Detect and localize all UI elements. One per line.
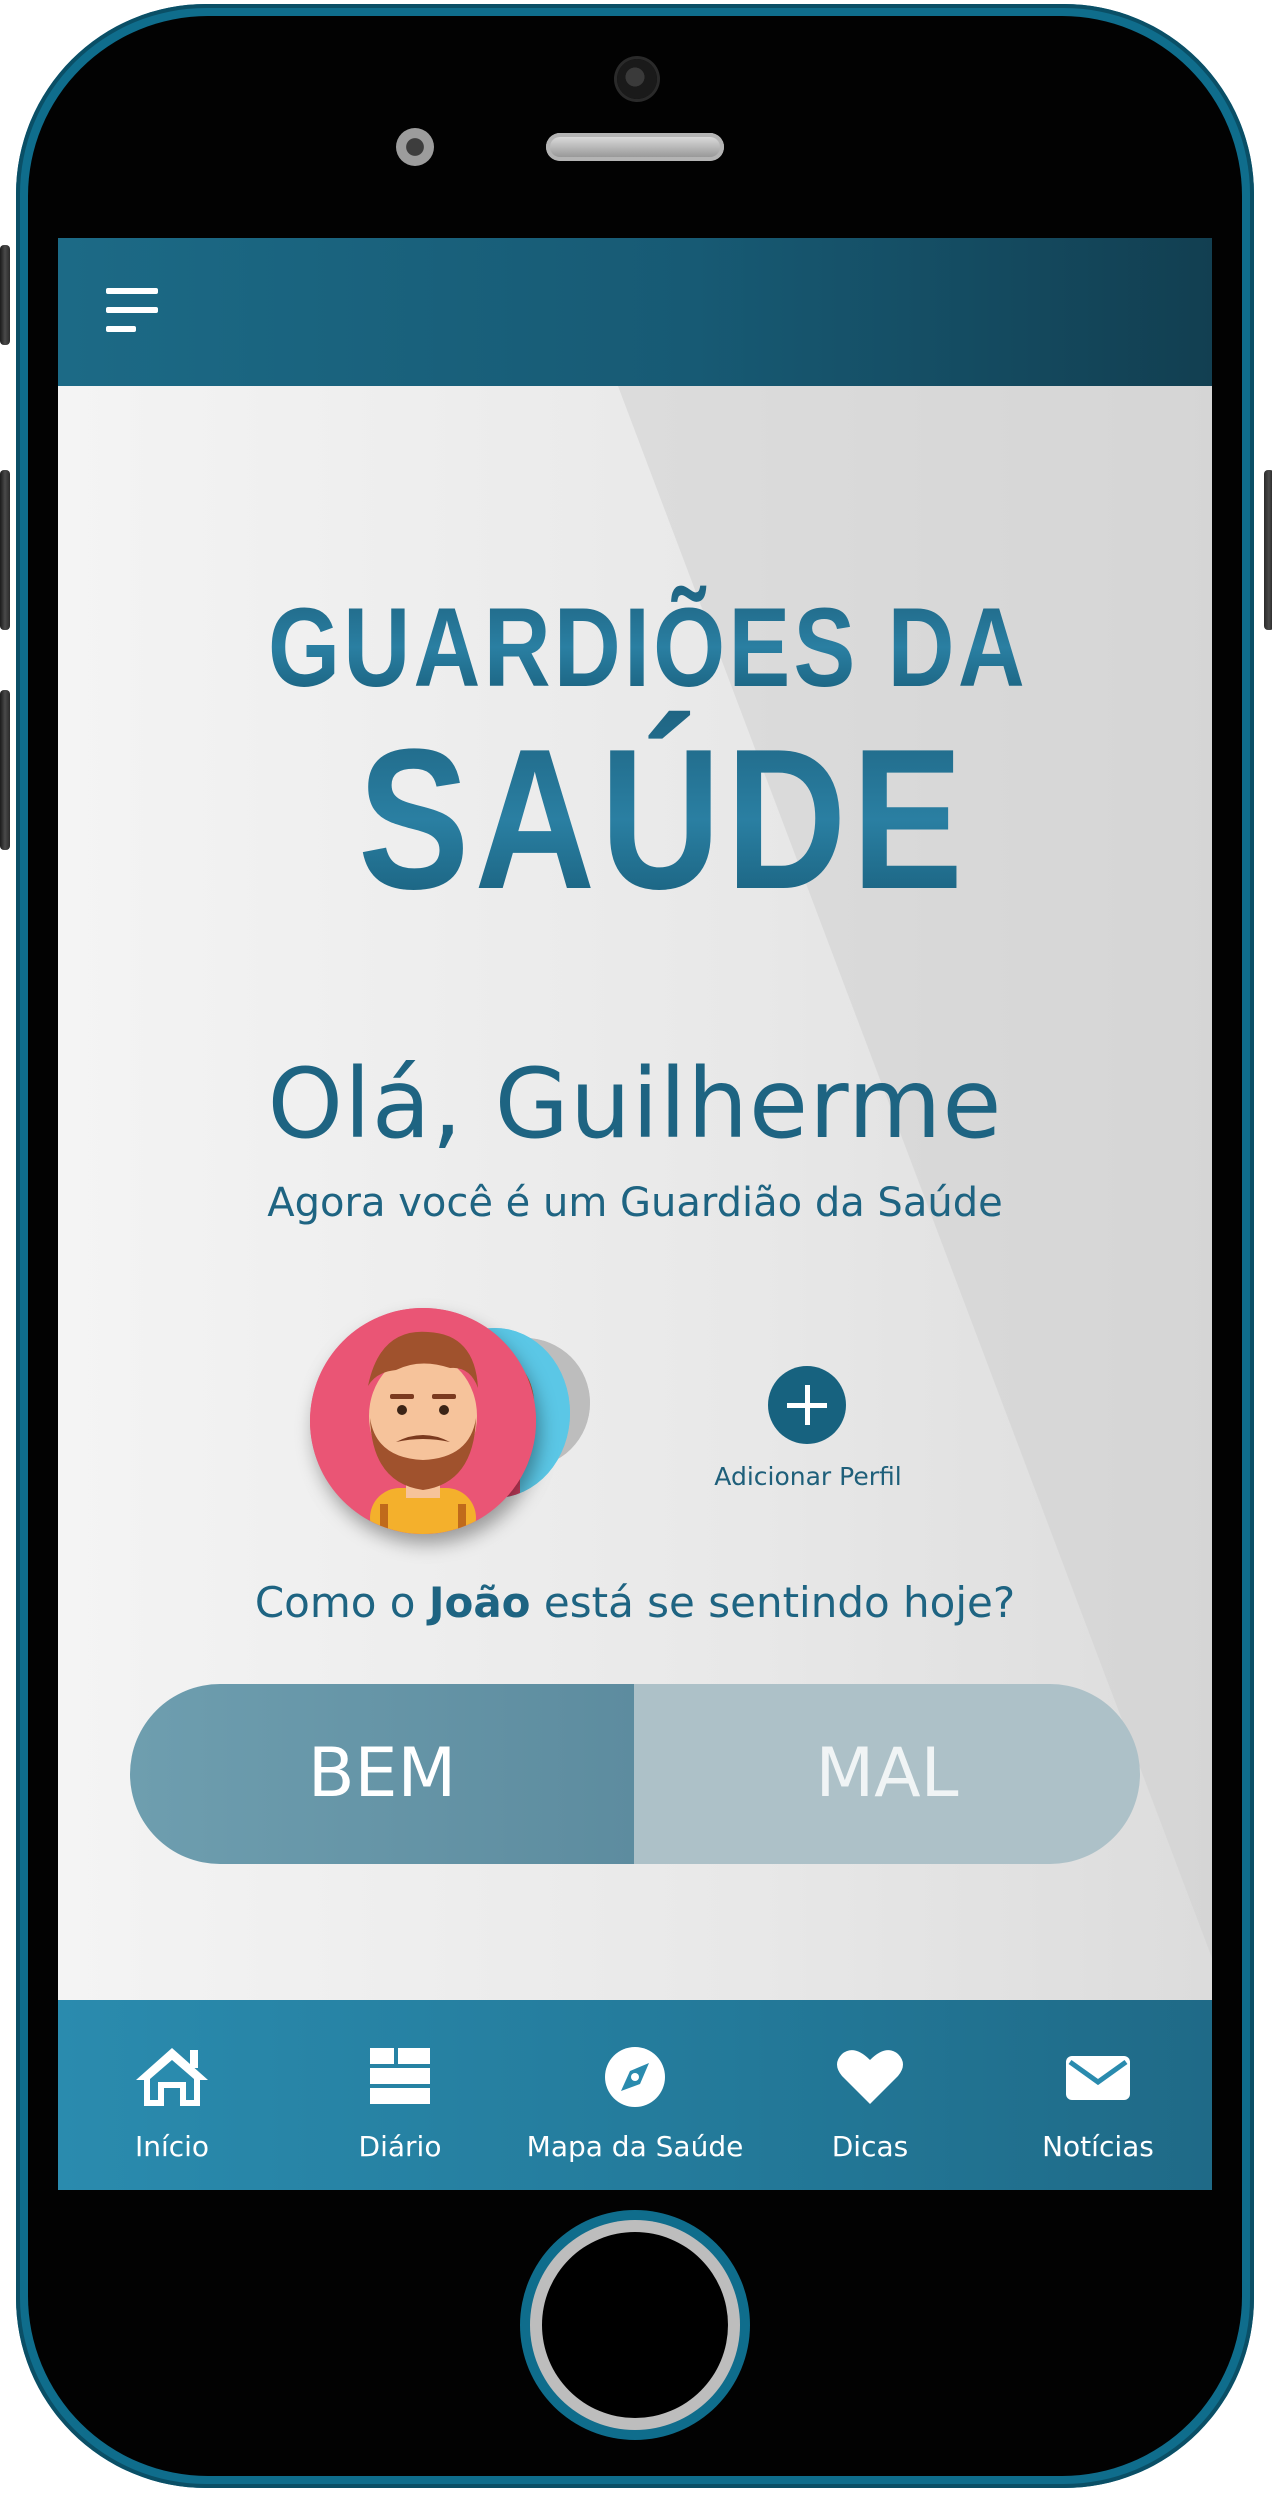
nav-label-noticias: Notícias [1042, 2130, 1154, 2163]
proximity-sensor [396, 128, 434, 166]
nav-label-diario: Diário [358, 2130, 442, 2163]
mail-icon [1066, 2056, 1130, 2100]
home-icon [136, 2048, 208, 2106]
nav-tab-diario[interactable]: Diário [286, 2000, 514, 2190]
logo-line1: GUARDIÕES DA [268, 585, 1028, 710]
nav-tab-mapa[interactable]: Mapa da Saúde [514, 2000, 756, 2190]
nav-label-dicas: Dicas [831, 2130, 909, 2163]
add-profile-label: Adicionar Perfil [714, 1462, 902, 1491]
mood-toggle: BEM MAL [130, 1684, 1140, 1864]
mood-bad-button[interactable]: MAL [634, 1684, 1140, 1864]
mood-question: Como o João está se sentindo hoje? [58, 1578, 1212, 1627]
nav-label-mapa: Mapa da Saúde [526, 2130, 744, 2163]
logo-line2: SAÚDE [358, 708, 968, 898]
earpiece-speaker [546, 133, 724, 161]
nav-tab-dicas[interactable]: Dicas [756, 2000, 984, 2190]
heart-icon [837, 2050, 903, 2104]
home-button[interactable] [520, 2210, 750, 2440]
power-button [1264, 470, 1272, 630]
nav-label-inicio: Início [134, 2130, 210, 2163]
list-icon [370, 2048, 430, 2104]
compass-icon [605, 2047, 665, 2107]
app-logo: GUARDIÕES DA SAÚDE [268, 585, 1028, 898]
plus-icon[interactable] [768, 1366, 846, 1444]
mood-good-button[interactable]: BEM [130, 1684, 634, 1864]
volume-up-button [0, 470, 10, 630]
nav-tab-inicio[interactable]: Início [58, 2000, 286, 2190]
app-screen: GUARDIÕES DA SAÚDE Olá, Guilherme Agora … [58, 238, 1212, 2190]
front-camera [617, 59, 657, 99]
question-prefix: Como o [254, 1578, 429, 1627]
avatar-selected[interactable] [310, 1308, 536, 1534]
hamburger-menu-icon[interactable] [106, 288, 162, 336]
bottom-navigation: Início Diário Mapa da Saúde Dicas Notíci… [58, 2000, 1212, 2190]
mute-switch [0, 245, 10, 345]
nav-tab-noticias[interactable]: Notícias [984, 2000, 1212, 2190]
bearded-man-avatar-icon [310, 1308, 536, 1534]
question-name: João [428, 1578, 531, 1627]
question-suffix: está se sentindo hoje? [530, 1578, 1016, 1627]
volume-down-button [0, 690, 10, 850]
top-app-bar [58, 238, 1212, 386]
greeting-subtitle: Agora você é um Guardião da Saúde [267, 1180, 1003, 1226]
profile-avatars[interactable] [310, 1308, 630, 1538]
add-profile-button[interactable]: Adicionar Perfil [698, 1366, 918, 1496]
greeting-title: Olá, Guilherme [267, 1048, 1003, 1160]
